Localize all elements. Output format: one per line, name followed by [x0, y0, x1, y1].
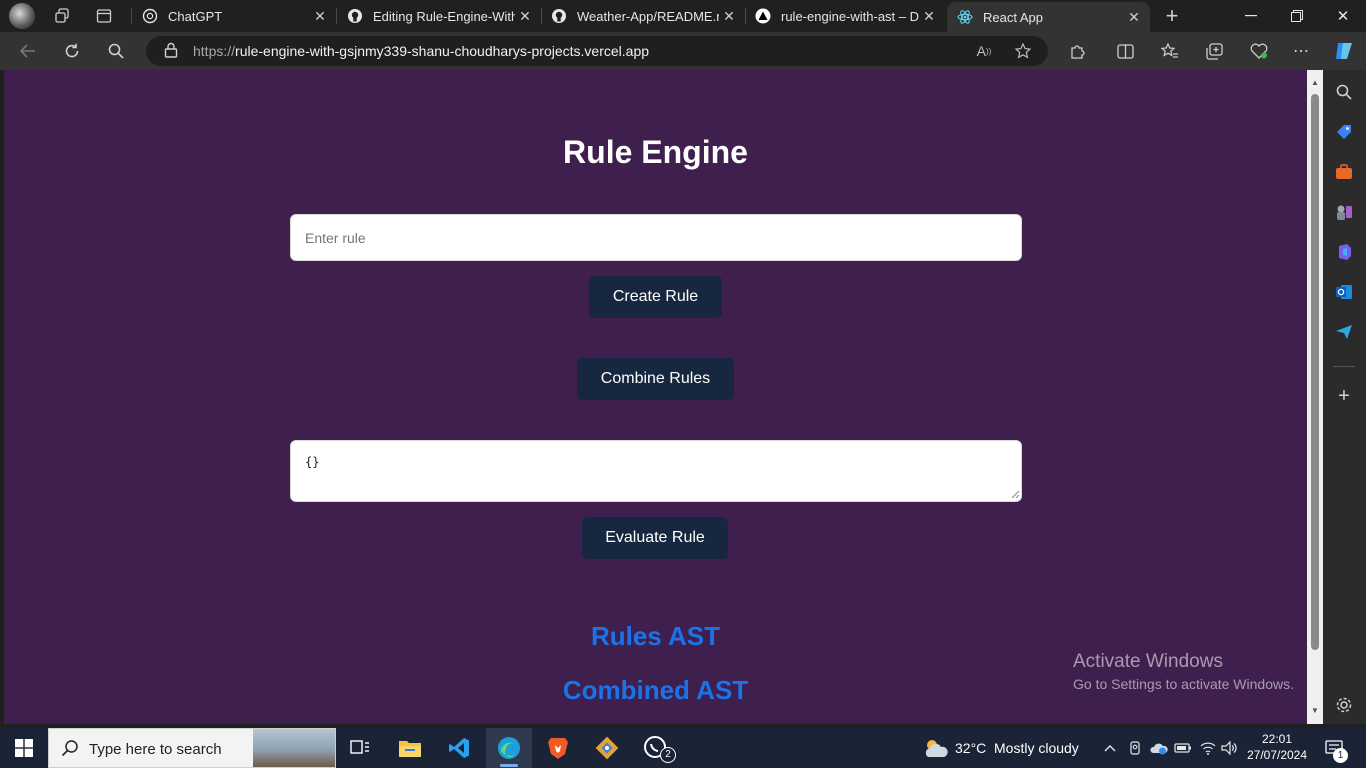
tab-vercel-deployment[interactable]: rule-engine-with-ast – Dep ✕ [745, 2, 945, 30]
favorite-star-icon[interactable] [1012, 40, 1034, 62]
shopping-tag-icon[interactable] [1333, 121, 1355, 143]
vercel-icon [755, 8, 771, 24]
close-icon[interactable]: ✕ [515, 8, 535, 25]
scroll-down-icon[interactable]: ▼ [1310, 706, 1320, 716]
file-explorer-icon[interactable] [395, 733, 425, 763]
search-highlight-image[interactable] [253, 729, 335, 767]
copilot-icon[interactable] [1332, 39, 1356, 63]
extensions-icon[interactable] [1065, 39, 1089, 63]
search-placeholder: Type here to search [89, 741, 222, 758]
git-tool-icon[interactable] [592, 733, 622, 763]
back-button[interactable] [16, 39, 40, 63]
address-bar[interactable]: https://rule-engine-with-gsjnmy339-shanu… [146, 36, 1048, 66]
tab-label: rule-engine-with-ast – Dep [781, 8, 919, 24]
activate-windows-subtitle: Go to Settings to activate Windows. [1073, 676, 1294, 692]
profile-avatar[interactable] [9, 3, 35, 29]
tab-chatgpt[interactable]: ChatGPT ✕ [132, 2, 336, 30]
send-icon[interactable] [1333, 321, 1355, 343]
activate-windows-title: Activate Windows [1073, 651, 1223, 672]
clock-time: 22:01 [1261, 732, 1293, 746]
edge-browser-icon [494, 733, 524, 763]
wifi-icon[interactable] [1199, 739, 1217, 757]
vscode-icon[interactable] [444, 733, 474, 763]
weather-condition[interactable]: Mostly cloudy [994, 740, 1079, 756]
tab-weather-app-readme[interactable]: Weather-App/README.md ✕ [541, 2, 745, 30]
close-icon[interactable]: ✕ [310, 8, 330, 25]
tab-label: React App [983, 9, 1043, 25]
weather-temperature[interactable]: 32°C [955, 740, 986, 756]
clock-date: 27/07/2024 [1246, 748, 1308, 762]
split-screen-icon[interactable] [1113, 39, 1137, 63]
minimize-button[interactable] [1228, 0, 1274, 32]
task-view-icon[interactable] [345, 733, 375, 763]
read-aloud-icon[interactable]: A)) [973, 40, 995, 62]
notification-badge: 1 [1333, 748, 1348, 763]
rules-ast-heading: Rules AST [590, 621, 721, 651]
browser-tab-bar: ChatGPT ✕ Editing Rule-Engine-With- ✕ We… [0, 0, 1366, 32]
tab-label: ChatGPT [168, 8, 223, 24]
taskbar-search-box[interactable]: Type here to search [48, 728, 336, 768]
scroll-up-icon[interactable]: ▲ [1310, 78, 1320, 88]
windows-start-icon[interactable] [9, 733, 39, 763]
weather-cloudy-icon[interactable] [921, 733, 951, 763]
tab-react-app[interactable]: React App ✕ [947, 2, 1150, 32]
battery-icon[interactable] [1174, 739, 1192, 757]
github-icon [347, 8, 363, 24]
create-rule-button[interactable]: Create Rule [589, 276, 722, 318]
microsoft-365-icon[interactable] [1333, 241, 1355, 263]
github-icon [551, 8, 567, 24]
search-icon [61, 739, 81, 759]
outlook-icon[interactable] [1333, 281, 1355, 303]
more-options-icon[interactable]: ⋯ [1289, 39, 1313, 63]
onedrive-icon[interactable] [1150, 739, 1168, 757]
evaluate-rule-button[interactable]: Evaluate Rule [582, 517, 728, 559]
sidebar-settings-icon[interactable] [1333, 694, 1355, 716]
chatgpt-icon [142, 8, 158, 24]
show-hidden-icons-icon[interactable] [1101, 739, 1119, 757]
combine-rules-button[interactable]: Combine Rules [577, 358, 734, 400]
close-icon[interactable]: ✕ [919, 8, 939, 25]
browser-essentials-icon[interactable] [1247, 39, 1271, 63]
tab-actions-icon[interactable] [92, 4, 116, 28]
evaluation-data-textarea[interactable]: {} [290, 440, 1022, 502]
close-window-button[interactable]: ✕ [1320, 0, 1366, 32]
whatsapp-badge: 2 [660, 747, 676, 763]
tab-label: Editing Rule-Engine-With- [373, 8, 515, 24]
rule-input[interactable] [290, 214, 1022, 261]
system-clock[interactable]: 22:01 27/07/2024 [1240, 731, 1314, 763]
camera-usage-icon[interactable] [1126, 739, 1144, 757]
edge-sidebar: + [1323, 70, 1366, 724]
react-app-page: Rule Engine Create Rule Combine Rules {}… [4, 70, 1307, 724]
react-icon [957, 9, 973, 25]
tab-editing-rule-engine[interactable]: Editing Rule-Engine-With- ✕ [337, 2, 541, 30]
tools-briefcase-icon[interactable] [1333, 161, 1355, 183]
page-scrollbar[interactable]: ▲ ▼ [1307, 70, 1323, 724]
browser-toolbar: https://rule-engine-with-gsjnmy339-shanu… [0, 32, 1366, 70]
favorites-icon[interactable] [1158, 39, 1182, 63]
lock-icon[interactable] [164, 42, 180, 60]
close-icon[interactable]: ✕ [719, 8, 739, 25]
url-text[interactable]: https://rule-engine-with-gsjnmy339-shanu… [193, 43, 649, 59]
add-sidebar-app-icon[interactable]: + [1333, 385, 1355, 407]
workspaces-icon[interactable] [50, 4, 74, 28]
brave-browser-icon[interactable] [543, 733, 573, 763]
collections-icon[interactable] [1202, 39, 1226, 63]
refresh-button[interactable] [60, 39, 84, 63]
search-icon[interactable] [104, 39, 128, 63]
windows-taskbar: Type here to search 2 32°C Mostly cloudy [0, 728, 1366, 768]
games-icon[interactable] [1333, 201, 1355, 223]
volume-icon[interactable] [1221, 739, 1239, 757]
page-title: Rule Engine [563, 134, 748, 170]
sidebar-search-icon[interactable] [1333, 81, 1355, 103]
resize-handle-icon[interactable] [1010, 489, 1020, 499]
taskbar-edge-active[interactable] [486, 728, 532, 768]
restore-button[interactable] [1274, 0, 1320, 32]
new-tab-icon[interactable]: + [1160, 3, 1184, 28]
scrollbar-thumb[interactable] [1311, 94, 1319, 650]
close-icon[interactable]: ✕ [1124, 9, 1144, 26]
tab-label: Weather-App/README.md [577, 8, 719, 24]
